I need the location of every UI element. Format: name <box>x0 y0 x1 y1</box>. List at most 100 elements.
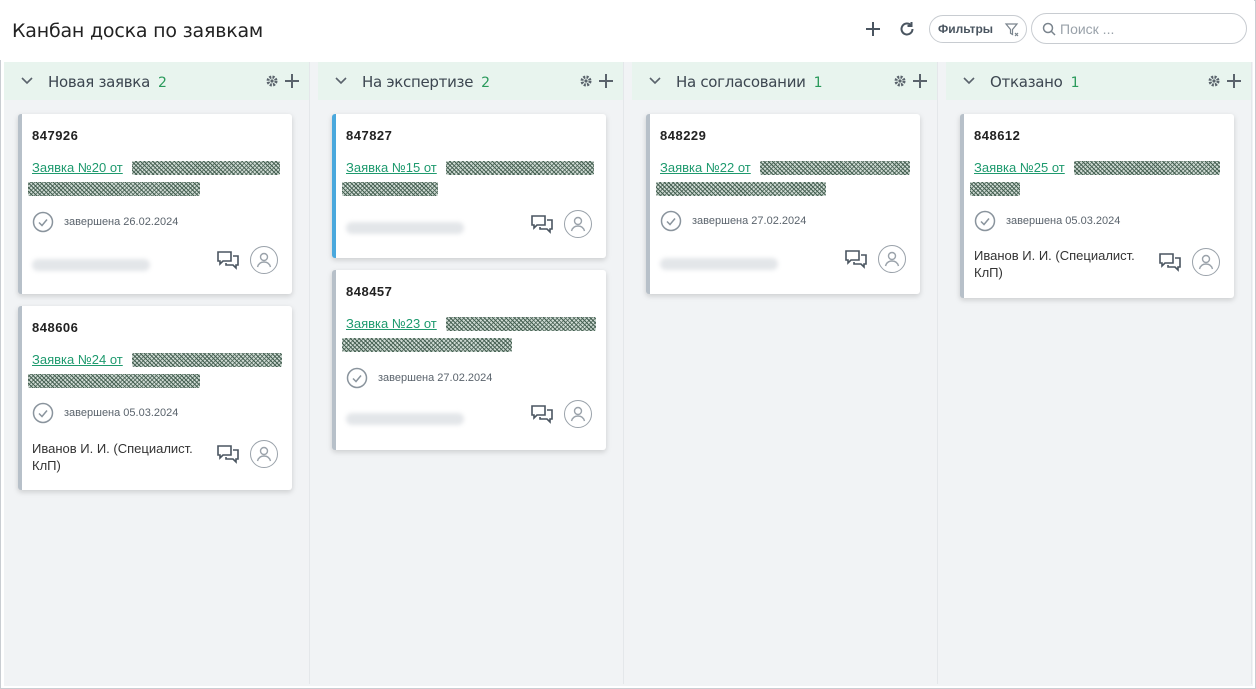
gear-icon[interactable] <box>265 74 279 88</box>
assignee-name: Иванов И. И. (Специалист. КлП) <box>32 441 193 473</box>
assignee-name: Иванов И. И. (Специалист. КлП) <box>974 248 1135 280</box>
status-text: завершена 26.02.2024 <box>64 216 179 228</box>
column-title: На согласовании 1 <box>676 73 822 91</box>
avatar[interactable] <box>878 245 906 273</box>
redacted-text <box>1074 161 1220 175</box>
gear-icon[interactable] <box>1207 74 1221 88</box>
column-approval: На согласовании 1 848229 Заявка №22 от за… <box>632 62 938 684</box>
check-circle-icon <box>660 210 682 232</box>
column-header: На согласовании 1 <box>632 62 937 100</box>
redacted-text <box>28 374 200 388</box>
plus-icon[interactable] <box>284 73 300 89</box>
column-body: 847926 Заявка №20 от завершена 26.02.202… <box>4 100 309 684</box>
request-card[interactable]: 848457 Заявка №23 от завершена 27.02.202… <box>332 270 606 450</box>
user-icon <box>1198 254 1214 270</box>
column-header: Новая заявка 2 <box>4 62 309 100</box>
header: Канбан доска по заявкам Фильтры <box>0 0 1254 60</box>
request-card[interactable]: 848606 Заявка №24 от завершена 05.03.202… <box>18 306 292 490</box>
chevron-down-icon[interactable] <box>962 75 976 87</box>
user-icon <box>570 406 586 422</box>
avatar[interactable] <box>564 400 592 428</box>
avatar[interactable] <box>250 246 278 274</box>
chevron-down-icon[interactable] <box>334 75 348 87</box>
column-count: 2 <box>481 75 490 91</box>
request-link[interactable]: Заявка №15 от <box>346 160 437 175</box>
request-card[interactable]: 847926 Заявка №20 от завершена 26.02.202… <box>18 114 292 294</box>
plus-icon[interactable] <box>1226 73 1242 89</box>
check-circle-icon <box>32 402 54 424</box>
chat-icon[interactable] <box>1158 252 1182 274</box>
status-text: завершена 27.02.2024 <box>378 372 493 384</box>
column-count: 2 <box>157 75 167 91</box>
search-input[interactable] <box>1060 20 1240 37</box>
chevron-down-icon[interactable] <box>20 75 34 87</box>
chat-icon[interactable] <box>216 444 240 466</box>
redacted-text <box>970 182 1020 196</box>
plus-icon[interactable] <box>912 73 928 89</box>
check-circle-icon <box>974 210 996 232</box>
user-icon <box>570 216 586 232</box>
card-id: 848606 <box>32 320 79 335</box>
check-circle-icon <box>346 367 368 389</box>
column-count: 1 <box>813 75 823 91</box>
request-link[interactable]: Заявка №25 от <box>974 160 1065 175</box>
gear-icon[interactable] <box>579 74 593 88</box>
card-id: 847827 <box>346 128 393 143</box>
redacted-text <box>760 161 910 175</box>
search-box[interactable] <box>1031 13 1247 44</box>
user-icon <box>884 251 900 267</box>
column-title-text: На экспертизе <box>362 73 474 91</box>
request-link[interactable]: Заявка №23 от <box>346 316 437 331</box>
card-id: 847926 <box>32 128 79 143</box>
request-card[interactable]: 848229 Заявка №22 от завершена 27.02.202… <box>646 114 920 294</box>
column-body: 847827 Заявка №15 от 848457 Заявка №23 о… <box>318 100 623 684</box>
chat-icon[interactable] <box>844 249 868 271</box>
chat-icon[interactable] <box>530 214 554 236</box>
redacted-text <box>446 317 596 331</box>
redacted-text <box>28 182 200 196</box>
avatar[interactable] <box>1192 248 1220 276</box>
refresh-icon <box>900 22 914 36</box>
status-row: завершена 26.02.2024 <box>32 211 178 233</box>
search-icon <box>1042 22 1056 36</box>
redacted-text <box>342 182 438 196</box>
column-body: 848229 Заявка №22 от завершена 27.02.202… <box>632 100 937 684</box>
refresh-button[interactable] <box>895 17 919 41</box>
request-card[interactable]: 847827 Заявка №15 от <box>332 114 606 258</box>
column-header: На экспертизе 2 <box>318 62 623 100</box>
request-link[interactable]: Заявка №20 от <box>32 160 123 175</box>
chat-icon[interactable] <box>530 404 554 426</box>
user-icon <box>256 446 272 462</box>
column-count: 1 <box>1070 75 1080 91</box>
chat-icon[interactable] <box>216 250 240 272</box>
column-new-request: Новая заявка 2 847926 Заявка №20 от завер… <box>4 62 310 684</box>
avatar[interactable] <box>564 210 592 238</box>
gear-icon[interactable] <box>893 74 907 88</box>
request-link[interactable]: Заявка №24 от <box>32 352 123 367</box>
column-header: Отказано 1 <box>946 62 1251 100</box>
chevron-down-icon[interactable] <box>648 75 662 87</box>
column-title: Новая заявка 2 <box>48 73 167 91</box>
plus-icon[interactable] <box>598 73 614 89</box>
status-row: завершена 05.03.2024 <box>32 402 178 424</box>
filters-label: Фильтры <box>938 22 994 36</box>
card-id: 848612 <box>974 128 1021 143</box>
card-id: 848229 <box>660 128 707 143</box>
avatar[interactable] <box>250 440 278 468</box>
plus-icon <box>866 22 880 36</box>
redacted-assignee <box>32 259 150 271</box>
redacted-assignee <box>660 258 778 270</box>
request-link[interactable]: Заявка №22 от <box>660 160 751 175</box>
kanban-board: Новая заявка 2 847926 Заявка №20 от завер… <box>4 62 1253 686</box>
column-title: На экспертизе 2 <box>362 73 490 91</box>
filters-button[interactable]: Фильтры <box>929 15 1027 43</box>
add-request-button[interactable] <box>861 17 885 41</box>
status-row: завершена 27.02.2024 <box>346 367 492 389</box>
column-title: Отказано 1 <box>990 73 1079 91</box>
column-body: 848612 Заявка №25 от завершена 05.03.202… <box>946 100 1251 684</box>
column-title-text: На согласовании <box>676 73 806 91</box>
status-text: завершена 27.02.2024 <box>692 215 807 227</box>
redacted-text <box>132 161 280 175</box>
request-card[interactable]: 848612 Заявка №25 от завершена 05.03.202… <box>960 114 1234 298</box>
redacted-assignee <box>346 413 464 425</box>
